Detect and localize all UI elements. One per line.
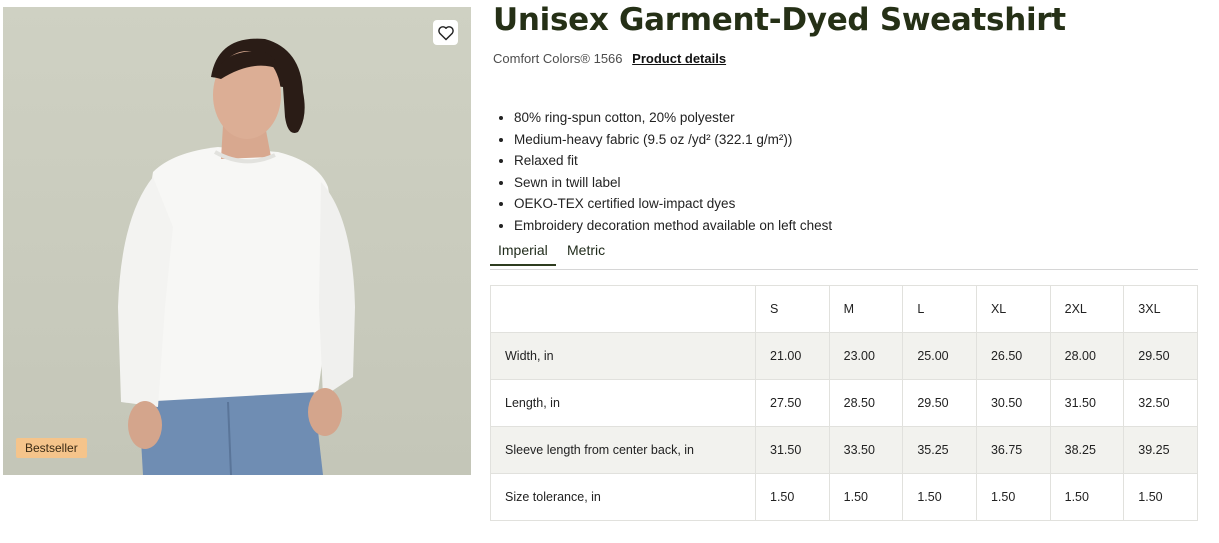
row-label: Sleeve length from center back, in (490, 426, 756, 474)
table-cell: 29.50 (902, 379, 977, 427)
feature-item: OEKO-TEX certified low-impact dyes (514, 193, 832, 215)
table-cell: 33.50 (828, 426, 904, 474)
table-row: Sleeve length from center back, in 31.50… (490, 426, 1198, 474)
size-chart-table: S M L XL 2XL 3XL Width, in 21.00 23.00 2… (490, 285, 1198, 521)
size-header: L (902, 285, 977, 333)
table-header-row: S M L XL 2XL 3XL (490, 285, 1198, 333)
product-image: Bestseller (3, 7, 471, 475)
table-row: Length, in 27.50 28.50 29.50 30.50 31.50… (490, 379, 1198, 427)
header-empty-cell (490, 285, 756, 333)
table-cell: 1.50 (1049, 473, 1125, 521)
feature-item: Relaxed fit (514, 150, 832, 172)
tab-metric[interactable]: Metric (559, 242, 613, 264)
table-cell: 36.75 (975, 426, 1051, 474)
feature-item: Sewn in twill label (514, 172, 832, 194)
table-cell: 31.50 (755, 426, 830, 474)
table-cell: 26.50 (975, 332, 1051, 380)
model-photo-illustration (118, 38, 355, 475)
size-header: 3XL (1123, 285, 1198, 333)
feature-list: 80% ring-spun cotton, 20% polyester Medi… (497, 107, 832, 237)
table-cell: 1.50 (828, 473, 904, 521)
tab-imperial[interactable]: Imperial (490, 242, 556, 266)
table-cell: 35.25 (902, 426, 977, 474)
row-label: Length, in (490, 379, 756, 427)
table-cell: 28.00 (1049, 332, 1125, 380)
unit-tabs: Imperial Metric (490, 240, 1198, 270)
bestseller-badge: Bestseller (16, 438, 87, 458)
feature-item: 80% ring-spun cotton, 20% polyester (514, 107, 832, 129)
table-cell: 32.50 (1123, 379, 1198, 427)
row-label: Width, in (490, 332, 756, 380)
table-cell: 1.50 (755, 473, 830, 521)
heart-outline-icon (437, 25, 454, 40)
product-title: Unisex Garment-Dyed Sweatshirt (493, 2, 1066, 38)
row-label: Size tolerance, in (490, 473, 756, 521)
table-cell: 29.50 (1123, 332, 1198, 380)
table-cell: 1.50 (902, 473, 977, 521)
favorite-button[interactable] (433, 20, 458, 45)
size-header: S (755, 285, 830, 333)
table-cell: 1.50 (1123, 473, 1198, 521)
size-header: 2XL (1049, 285, 1125, 333)
product-meta: Comfort Colors® 1566 Product details (493, 51, 726, 66)
feature-item: Embroidery decoration method available o… (514, 215, 832, 237)
size-header: XL (975, 285, 1051, 333)
brand-code: Comfort Colors® 1566 (493, 51, 623, 66)
table-cell: 38.25 (1049, 426, 1125, 474)
table-cell: 39.25 (1123, 426, 1198, 474)
product-details-link[interactable]: Product details (632, 51, 726, 66)
table-cell: 21.00 (755, 332, 830, 380)
table-cell: 25.00 (902, 332, 977, 380)
table-row: Width, in 21.00 23.00 25.00 26.50 28.00 … (490, 332, 1198, 380)
size-header: M (828, 285, 904, 333)
table-row: Size tolerance, in 1.50 1.50 1.50 1.50 1… (490, 473, 1198, 521)
table-cell: 28.50 (828, 379, 904, 427)
table-cell: 27.50 (755, 379, 830, 427)
table-cell: 31.50 (1049, 379, 1125, 427)
table-cell: 1.50 (975, 473, 1051, 521)
feature-item: Medium-heavy fabric (9.5 oz /yd² (322.1 … (514, 129, 832, 151)
table-cell: 30.50 (975, 379, 1051, 427)
table-cell: 23.00 (828, 332, 904, 380)
